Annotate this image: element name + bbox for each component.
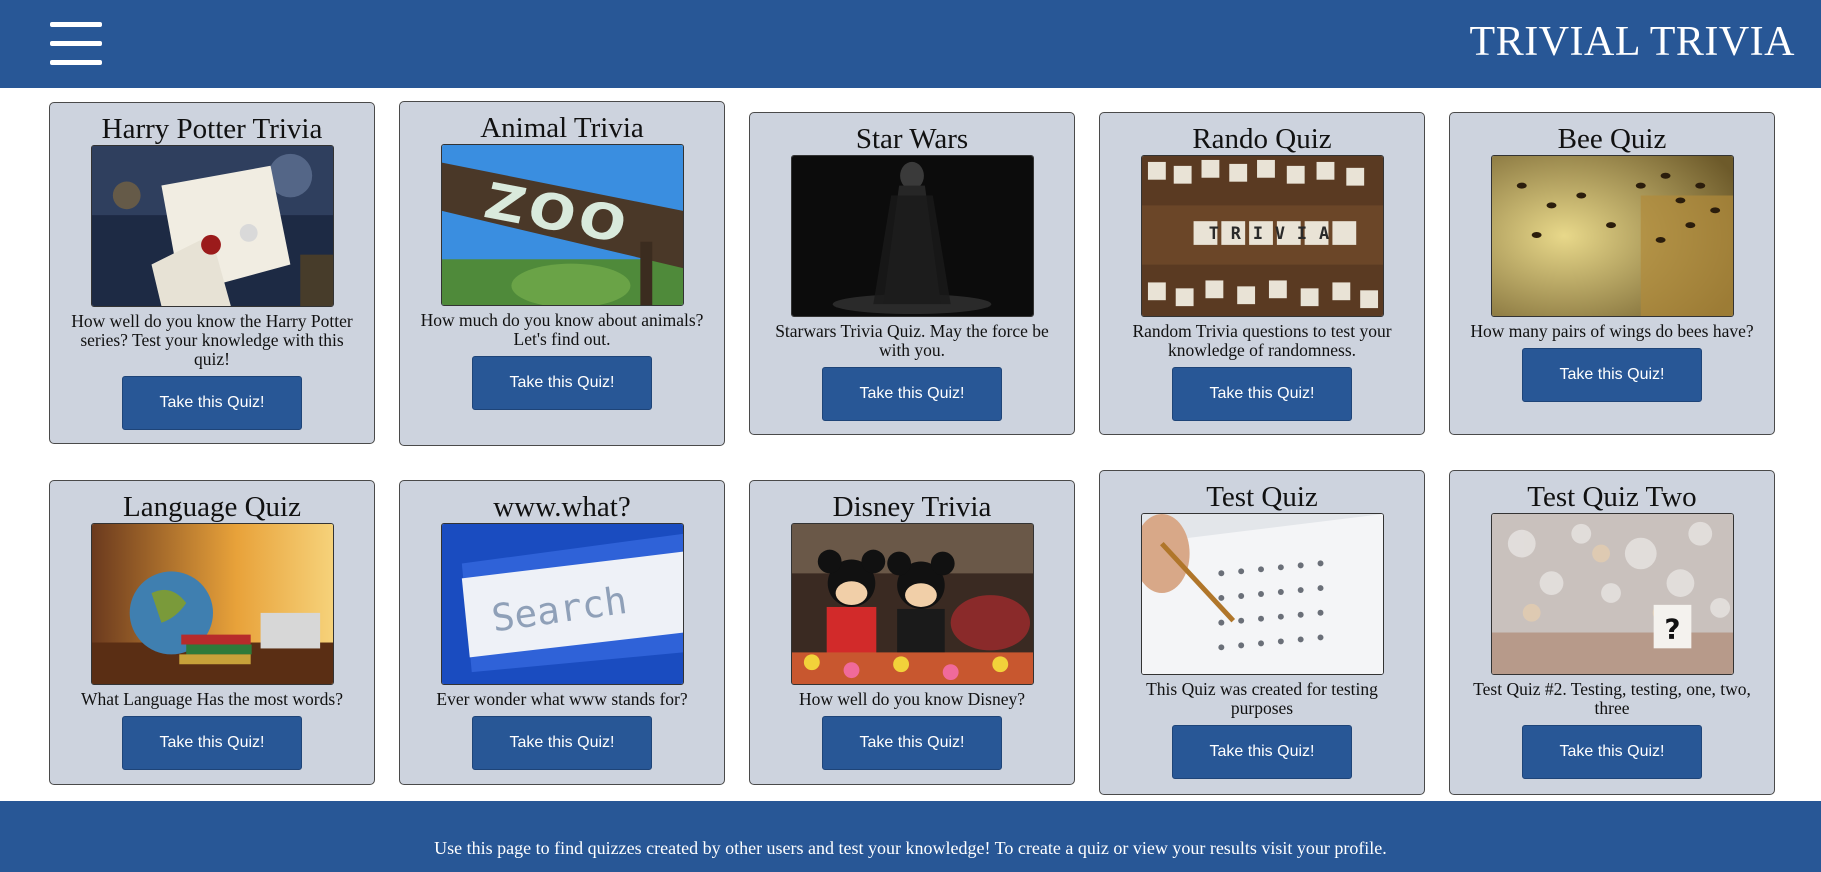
take-quiz-button[interactable]: Take this Quiz! (122, 716, 302, 770)
top-nav-bar: TRIVIAL TRIVIA (0, 0, 1821, 88)
question-mark-text: ? (1664, 612, 1680, 645)
quiz-image-harry-potter (90, 145, 334, 307)
quiz-title: Test Quiz (1206, 481, 1318, 513)
quiz-image-darth-vader (790, 155, 1034, 317)
quiz-title: Bee Quiz (1557, 123, 1667, 155)
quiz-title: Harry Potter Trivia (101, 113, 323, 145)
quiz-title: Test Quiz Two (1527, 481, 1697, 513)
quiz-card-animal: Animal Trivia ZOO How much do you know a… (399, 101, 725, 446)
quiz-card-test: Test Quiz This Quiz was created for test… (1099, 470, 1425, 795)
page-footer: Use this page to find quizzes created by… (0, 801, 1821, 872)
take-quiz-button[interactable]: Take this Quiz! (1172, 367, 1352, 421)
trivia-cube-text: TRIVIA (1208, 223, 1340, 243)
quiz-description: This Quiz was created for testing purpos… (1146, 679, 1378, 718)
quiz-card-rando: Rando Quiz TRIVIA Random Trivia question… (1099, 112, 1425, 435)
quiz-title: Disney Trivia (832, 491, 992, 523)
hamburger-menu-icon[interactable] (50, 20, 102, 68)
quiz-image-search: Search (440, 523, 684, 685)
quiz-card-test-two: Test Quiz Two ? Test Quiz #2. Testing, t… (1449, 470, 1775, 795)
quiz-description: Starwars Trivia Quiz. May the force be w… (775, 321, 1049, 360)
quiz-image-question-mark: ? (1490, 513, 1734, 675)
quiz-card-bee: Bee Quiz How many pairs of wings do bees… (1449, 112, 1775, 435)
take-quiz-button[interactable]: Take this Quiz! (822, 367, 1002, 421)
footer-text: Use this page to find quizzes created by… (434, 838, 1387, 858)
quiz-title: www.what? (493, 491, 631, 523)
quiz-description: How much do you know about animals? Let'… (420, 310, 704, 349)
take-quiz-button[interactable]: Take this Quiz! (472, 716, 652, 770)
take-quiz-button[interactable]: Take this Quiz! (122, 376, 302, 430)
quiz-image-bees (1490, 155, 1734, 317)
quiz-title: Star Wars (855, 123, 969, 155)
site-title: TRIVIAL TRIVIA (1469, 19, 1795, 65)
quiz-description: How well do you know Disney? (798, 689, 1025, 709)
quiz-image-mickey-minnie (790, 523, 1034, 685)
quiz-card-star-wars: Star Wars Starwars Trivia Quiz. May the … (749, 112, 1075, 435)
quiz-description: How many pairs of wings do bees have? (1470, 321, 1754, 341)
quiz-image-globe (90, 523, 334, 685)
quiz-description: What Language Has the most words? (81, 689, 343, 709)
take-quiz-button[interactable]: Take this Quiz! (1522, 348, 1702, 402)
quiz-card-disney: Disney Trivia How well do you know Disne… (749, 480, 1075, 785)
quiz-card-harry-potter: Harry Potter Trivia How well do you know… (49, 102, 375, 444)
quiz-description: How well do you know the Harry Potter se… (71, 311, 353, 369)
take-quiz-button[interactable]: Take this Quiz! (822, 716, 1002, 770)
quiz-title: Language Quiz (123, 491, 301, 523)
quiz-title: Animal Trivia (480, 112, 644, 144)
take-quiz-button[interactable]: Take this Quiz! (1172, 725, 1352, 779)
quiz-image-zoo: ZOO (440, 144, 684, 306)
quiz-description: Test Quiz #2. Testing, testing, one, two… (1473, 679, 1751, 718)
take-quiz-button[interactable]: Take this Quiz! (1522, 725, 1702, 779)
quiz-image-trivia-cubes: TRIVIA (1140, 155, 1384, 317)
quiz-description: Random Trivia questions to test your kno… (1132, 321, 1392, 360)
quiz-description: Ever wonder what www stands for? (436, 689, 688, 709)
take-quiz-button[interactable]: Take this Quiz! (472, 356, 652, 410)
quiz-card-language: Language Quiz What Language Has the most… (49, 480, 375, 785)
quiz-title: Rando Quiz (1192, 123, 1332, 155)
quiz-card-www: www.what? Search Ever wonder what www st… (399, 480, 725, 785)
quiz-image-answer-sheet (1140, 513, 1384, 675)
